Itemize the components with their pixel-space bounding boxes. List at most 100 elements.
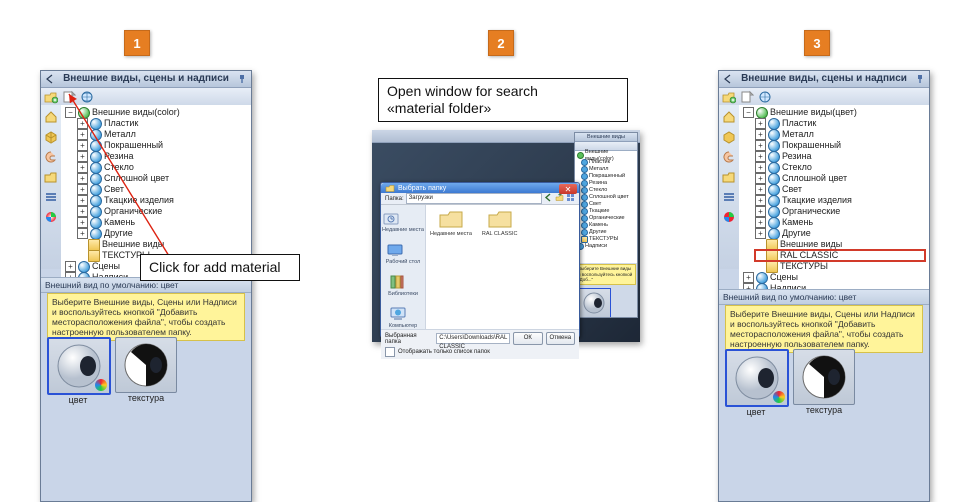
swatch-area: цвет текстура xyxy=(725,349,923,475)
tree-item[interactable]: Стекло xyxy=(782,162,812,173)
cube-icon[interactable] xyxy=(43,129,59,145)
tree-item[interactable]: Покрашенный xyxy=(782,140,841,151)
folder-icon xyxy=(385,183,395,193)
swatch-color[interactable] xyxy=(725,349,789,407)
mini-panel-title: Внешние виды xyxy=(575,133,637,142)
tree-sibling[interactable]: Сцены xyxy=(92,261,120,272)
tree-root[interactable]: − Внешние виды(color) xyxy=(65,107,247,118)
mini-tree[interactable]: Внешние виды(color) Пластик Металл Покра… xyxy=(575,151,637,263)
look-in-combo[interactable]: Загрузки xyxy=(406,193,542,204)
swatch-area: цвет текстура xyxy=(47,337,245,475)
swatch-texture[interactable] xyxy=(793,349,855,405)
views-icon[interactable] xyxy=(566,193,575,204)
checkbox-icon[interactable] xyxy=(385,347,395,357)
tree-item[interactable]: Пластик xyxy=(104,118,138,129)
tree-item[interactable]: Внешние виды xyxy=(780,239,842,250)
panel-title-text: Внешние виды, сцены и надписи xyxy=(63,73,229,84)
tree-item[interactable]: Резина xyxy=(104,151,134,162)
back-icon[interactable] xyxy=(544,193,553,204)
tree-item[interactable]: Пластик xyxy=(782,118,816,129)
palette-icon[interactable] xyxy=(721,149,737,165)
callout-add-material: Click for add material xyxy=(140,254,300,281)
tree-item[interactable]: Камень xyxy=(782,217,813,228)
step-badge-2: 2 xyxy=(488,30,514,56)
folder-side-icon[interactable] xyxy=(43,169,59,185)
file-list[interactable]: Недавние места RAL CLASSIC xyxy=(426,205,579,329)
tree-item[interactable]: Покрашенный xyxy=(104,140,163,151)
ok-button[interactable]: ОК xyxy=(513,332,542,345)
tree-item[interactable]: Органические xyxy=(104,206,162,217)
mini-appearance-panel: Внешние виды Внешние виды(color) Пластик… xyxy=(574,132,638,318)
up-icon[interactable] xyxy=(555,193,564,204)
dialog-title-bar[interactable]: Выбрать папку ✕ xyxy=(381,183,579,193)
panel-title: Внешние виды, сцены и надписи xyxy=(41,71,251,88)
places-desktop[interactable]: Рабочий стол xyxy=(386,241,421,265)
tree-item[interactable]: Камень xyxy=(104,217,135,228)
places-libraries[interactable]: Библиотеки xyxy=(388,273,418,297)
callout-open-window: Open window for search «material folder» xyxy=(378,78,628,122)
collapse-left-icon[interactable] xyxy=(43,72,57,86)
tree-item[interactable]: ТЕКСТУРЫ xyxy=(780,261,828,272)
collapse-icon[interactable]: − xyxy=(65,107,76,118)
appearance-panel-step3: Внешние виды, сцены и надписи −Внешние в… xyxy=(718,70,930,502)
list-icon[interactable] xyxy=(43,189,59,205)
tree-item[interactable]: Ткацкие изделия xyxy=(104,195,174,206)
file-item-ral-classic[interactable]: RAL CLASSIC xyxy=(482,209,518,237)
tree-item[interactable]: Сплошной цвет xyxy=(782,173,847,184)
places-computer[interactable]: Компьютер xyxy=(389,305,417,329)
hint-tooltip: Выберите Внешние виды, Сцены или Надписи… xyxy=(47,293,245,341)
side-icon-strip xyxy=(41,105,62,269)
list-icon[interactable] xyxy=(721,189,737,205)
tree-sibling[interactable]: Сцены xyxy=(770,272,798,283)
tree-item[interactable]: Ткацкие изделия xyxy=(782,195,852,206)
pushpin-icon[interactable] xyxy=(235,72,249,86)
tree-item[interactable]: Металл xyxy=(782,129,814,140)
mini-hint: Выберите Внешние виды и воспользуйтесь к… xyxy=(576,264,636,285)
material-tree[interactable]: −Внешние виды(цвет) +Пластик +Металл +По… xyxy=(739,105,929,294)
folder-side-icon[interactable] xyxy=(721,169,737,185)
tree-item[interactable]: Органические xyxy=(782,206,840,217)
swatch-label: текстура xyxy=(115,393,177,403)
new-icon[interactable] xyxy=(61,89,77,105)
palette-icon[interactable] xyxy=(43,149,59,165)
pushpin-icon[interactable] xyxy=(913,72,927,86)
places-recent[interactable]: Недавние места xyxy=(382,209,424,233)
home-icon[interactable] xyxy=(43,109,59,125)
panel-title-text: Внешние виды, сцены и надписи xyxy=(741,73,907,84)
tree-item[interactable]: Другие xyxy=(782,228,811,239)
folders-only-checkbox[interactable]: Отображать только список папок xyxy=(385,347,575,357)
swatch-texture[interactable] xyxy=(115,337,177,393)
tree-item[interactable]: Металл xyxy=(104,129,136,140)
globe-icon[interactable] xyxy=(79,89,95,105)
tree-item[interactable]: Резина xyxy=(782,151,812,162)
hint-tooltip: Выберите Внешние виды, Сцены или Надписи… xyxy=(725,305,923,353)
step-badge-1: 1 xyxy=(124,30,150,56)
tree-item[interactable]: Свет xyxy=(104,184,124,195)
cube-icon[interactable] xyxy=(721,129,737,145)
tree-item[interactable]: Стекло xyxy=(104,162,134,173)
color-wheel-icon[interactable] xyxy=(43,209,59,225)
mini-swatch-color[interactable] xyxy=(577,288,611,318)
tree-item[interactable]: Внешние виды xyxy=(102,239,164,250)
close-button[interactable]: ✕ xyxy=(559,184,577,194)
tree-item[interactable]: Сплошной цвет xyxy=(104,173,169,184)
default-appearance-label: Внешний вид по умолчанию: цвет xyxy=(719,289,929,305)
file-item-recent[interactable]: Недавние места xyxy=(430,209,472,237)
add-folder-button[interactable] xyxy=(43,89,59,105)
cancel-button[interactable]: Отмена xyxy=(546,332,575,345)
add-folder-button[interactable] xyxy=(721,89,737,105)
dialog-title-text: Выбрать папку xyxy=(398,185,446,192)
color-wheel-icon[interactable] xyxy=(721,209,737,225)
appearance-panel-step1: Внешние виды, сцены и надписи − xyxy=(40,70,252,502)
tree-root-label: Внешние виды(цвет) xyxy=(770,107,857,118)
swatch-label: текстура xyxy=(793,405,855,415)
tree-item[interactable]: Другие xyxy=(104,228,133,239)
globe-icon[interactable] xyxy=(757,89,773,105)
home-icon[interactable] xyxy=(721,109,737,125)
new-icon[interactable] xyxy=(739,89,755,105)
swatch-color[interactable] xyxy=(47,337,111,395)
tree-item[interactable]: Свет xyxy=(782,184,802,195)
collapse-left-icon[interactable] xyxy=(721,72,735,86)
tree-item-ral-classic[interactable]: RAL CLASSIC xyxy=(755,250,925,261)
selected-folder-field[interactable]: C:\Users\Downloads\RAL CLASSIC xyxy=(436,333,510,344)
